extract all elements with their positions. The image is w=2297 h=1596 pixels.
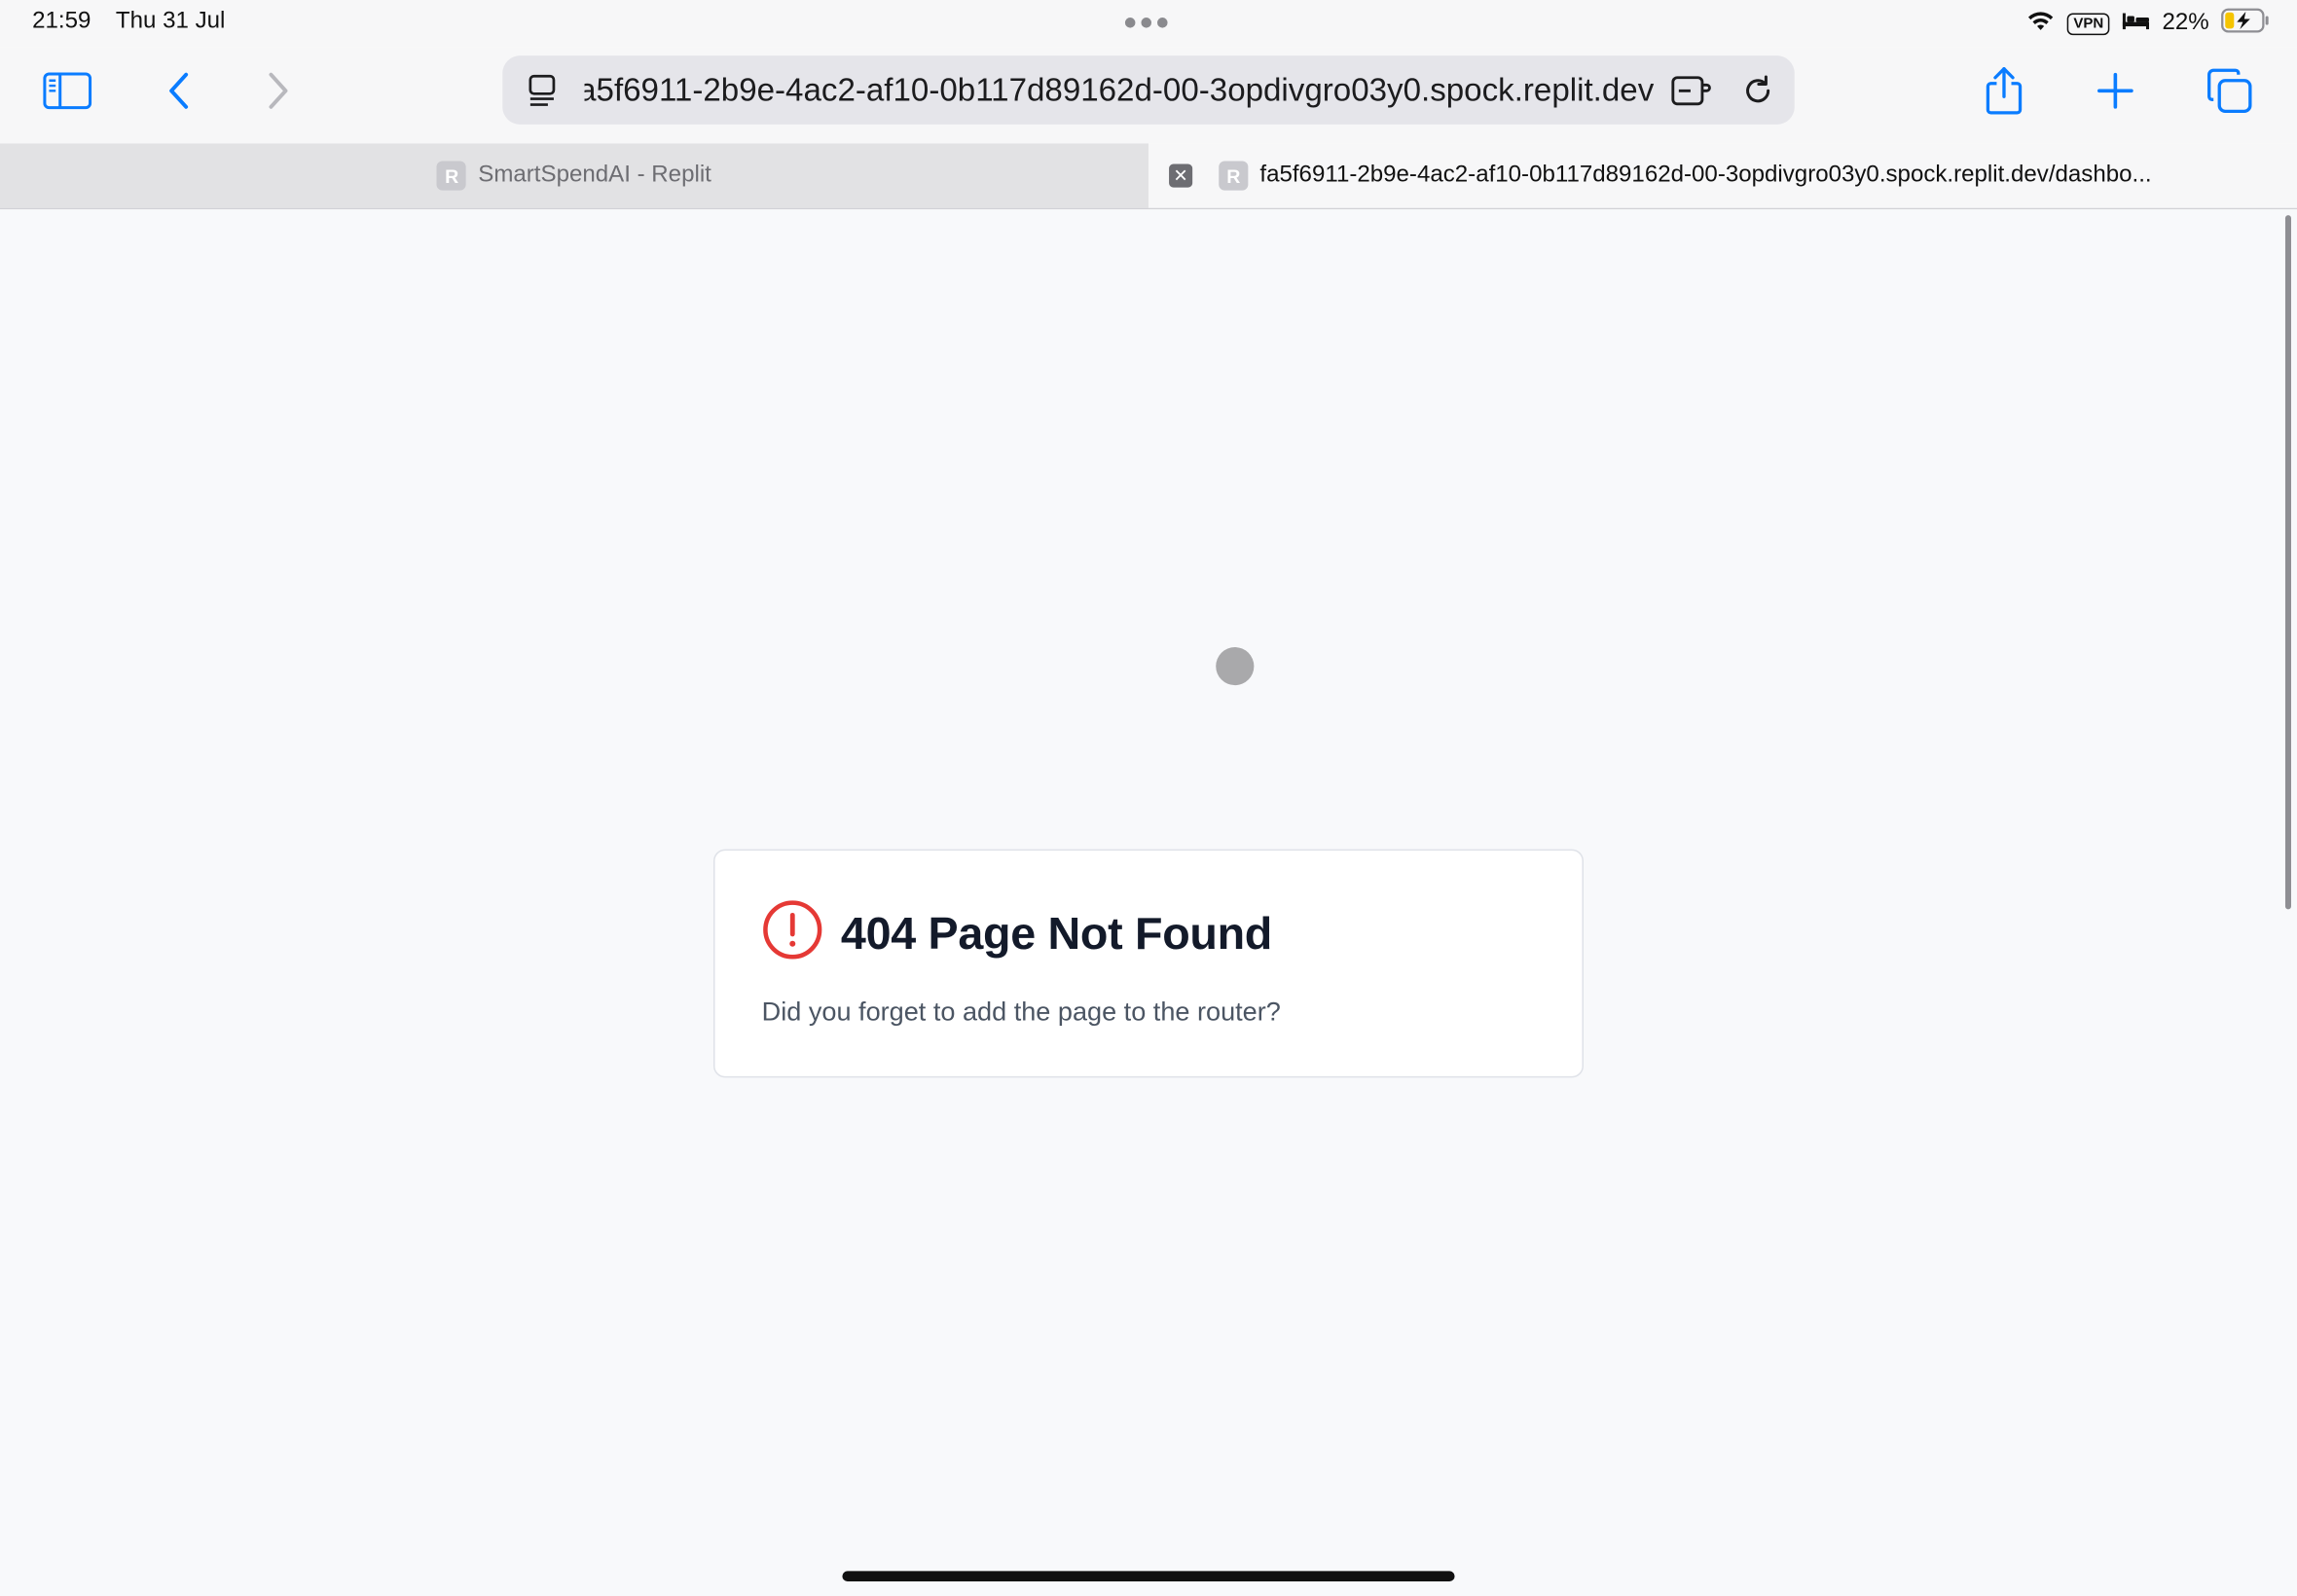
tab-dashboard[interactable]: ✕ R fa5f6911-2b9e-4ac2-af10-0b117d89162d…	[1148, 143, 2297, 208]
sidebar-icon[interactable]	[35, 64, 99, 117]
replit-favicon-icon: R	[437, 161, 467, 191]
reload-icon[interactable]	[1736, 70, 1780, 111]
vpn-badge: VPN	[2067, 12, 2110, 35]
tab-smartspendai[interactable]: R SmartSpendAI - Replit	[0, 143, 1148, 208]
multitasking-dots-icon[interactable]	[1124, 18, 1172, 29]
share-icon[interactable]	[1972, 64, 2036, 117]
status-bar: 21:59 Thu 31 Jul VPN 22%	[0, 0, 2297, 48]
tab-title: SmartSpendAI - Replit	[478, 163, 711, 188]
status-indicators: VPN 22%	[2026, 7, 2271, 41]
error-card: 404 Page Not Found Did you forget to add…	[712, 849, 1585, 1078]
status-date: Thu 31 Jul	[115, 9, 226, 34]
url-text[interactable]: fa5f6911-2b9e-4ac2-af10-0b117d89162d-00-…	[585, 72, 1655, 110]
bed-icon	[2121, 10, 2150, 38]
battery-charging-icon	[2221, 7, 2271, 41]
alert-circle-icon	[762, 899, 823, 968]
close-tab-icon[interactable]: ✕	[1169, 163, 1193, 188]
error-header: 404 Page Not Found	[762, 899, 1272, 968]
page-menu-icon[interactable]	[522, 70, 565, 111]
browser-toolbar: fa5f6911-2b9e-4ac2-af10-0b117d89162d-00-…	[0, 47, 2297, 144]
wifi-icon	[2026, 8, 2056, 39]
error-title: 404 Page Not Found	[840, 907, 1273, 959]
extensions-icon[interactable]	[1670, 70, 1714, 111]
replit-favicon-icon: R	[1219, 161, 1249, 191]
status-time: 21:59	[32, 9, 91, 34]
loading-indicator	[1216, 647, 1255, 686]
tabs-overview-icon[interactable]	[2198, 64, 2262, 117]
new-tab-icon[interactable]	[2083, 64, 2147, 117]
page-content: 404 Page Not Found Did you forget to add…	[0, 209, 2297, 1596]
tab-bar: R SmartSpendAI - Replit ✕ R fa5f6911-2b9…	[0, 143, 2297, 210]
address-bar[interactable]: fa5f6911-2b9e-4ac2-af10-0b117d89162d-00-…	[502, 55, 1795, 125]
tab-title: fa5f6911-2b9e-4ac2-af10-0b117d89162d-00-…	[1259, 163, 2152, 188]
scrollbar[interactable]	[2284, 215, 2291, 910]
home-indicator[interactable]	[842, 1571, 1455, 1581]
battery-percent: 22%	[2162, 10, 2209, 36]
forward-icon[interactable]	[246, 64, 310, 117]
error-message: Did you forget to add the page to the ro…	[761, 997, 1281, 1027]
back-icon[interactable]	[147, 64, 211, 117]
